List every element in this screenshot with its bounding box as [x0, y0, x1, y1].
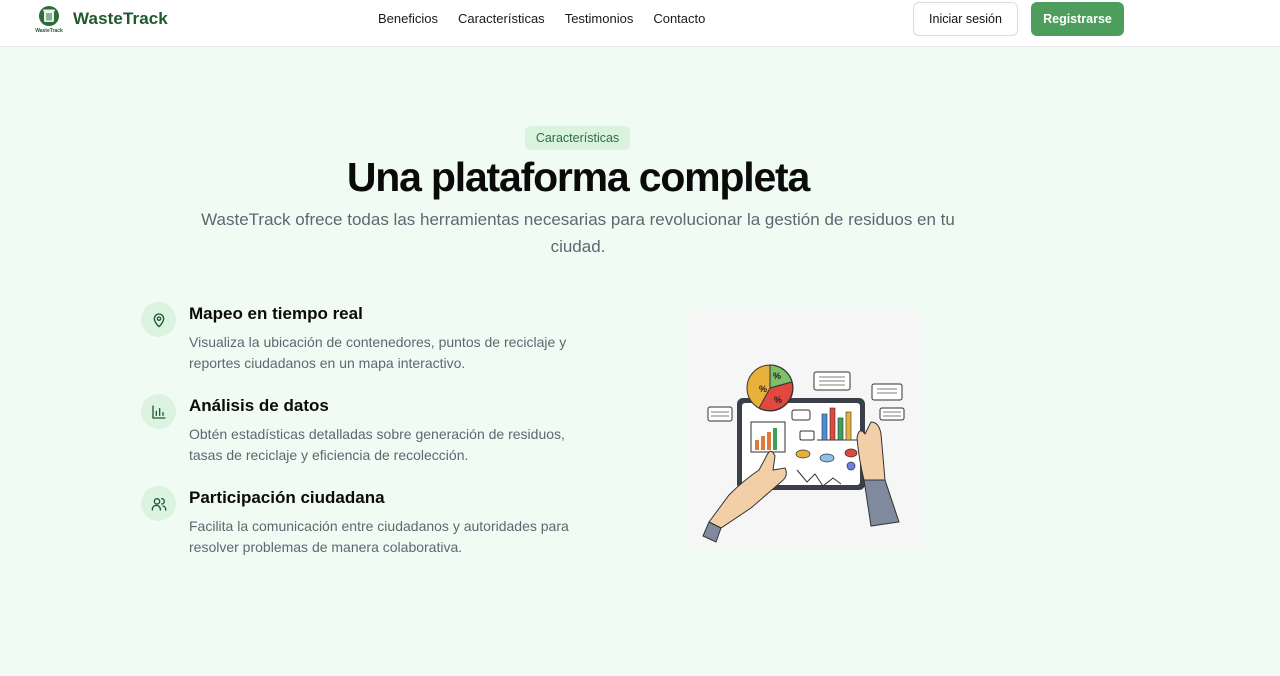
logo-caption: WasteTrack	[35, 28, 63, 34]
login-button[interactable]: Iniciar sesión	[913, 2, 1018, 36]
trash-bin-logo-icon: WasteTrack	[34, 4, 64, 34]
users-icon	[141, 486, 176, 521]
nav-link-contacto[interactable]: Contacto	[653, 12, 705, 26]
feature-description: Visualiza la ubicación de contenedores, …	[189, 334, 567, 371]
feature-description: Obtén estadísticas detalladas sobre gene…	[189, 426, 565, 463]
map-pin-icon	[141, 302, 176, 337]
pie-label: %	[773, 371, 781, 381]
nav-link-caracteristicas[interactable]: Características	[458, 12, 545, 26]
feature-title: Mapeo en tiempo real	[189, 304, 363, 323]
analytics-illustration: % % %	[689, 310, 924, 547]
section-subtitle: WasteTrack ofrece todas las herramientas…	[201, 210, 955, 256]
feature-description: Facilita la comunicación entre ciudadano…	[189, 518, 569, 555]
pie-label: %	[759, 384, 767, 394]
register-button[interactable]: Registrarse	[1031, 2, 1124, 36]
pie-label: %	[774, 395, 782, 405]
section-badge: Características	[525, 126, 630, 150]
main-nav: Beneficios Características Testimonios C…	[378, 12, 725, 26]
feature-title: Participación ciudadana	[189, 488, 385, 507]
bar-chart-icon	[141, 394, 176, 429]
brand-logo[interactable]: WasteTrack WasteTrack	[34, 4, 168, 34]
nav-link-testimonios[interactable]: Testimonios	[565, 12, 634, 26]
brand-name: WasteTrack	[73, 9, 168, 28]
nav-link-beneficios[interactable]: Beneficios	[378, 12, 438, 26]
section-title: Una plataforma completa	[346, 154, 810, 200]
feature-title: Análisis de datos	[189, 396, 329, 415]
top-navbar: WasteTrack WasteTrack Beneficios Caracte…	[0, 0, 1280, 47]
